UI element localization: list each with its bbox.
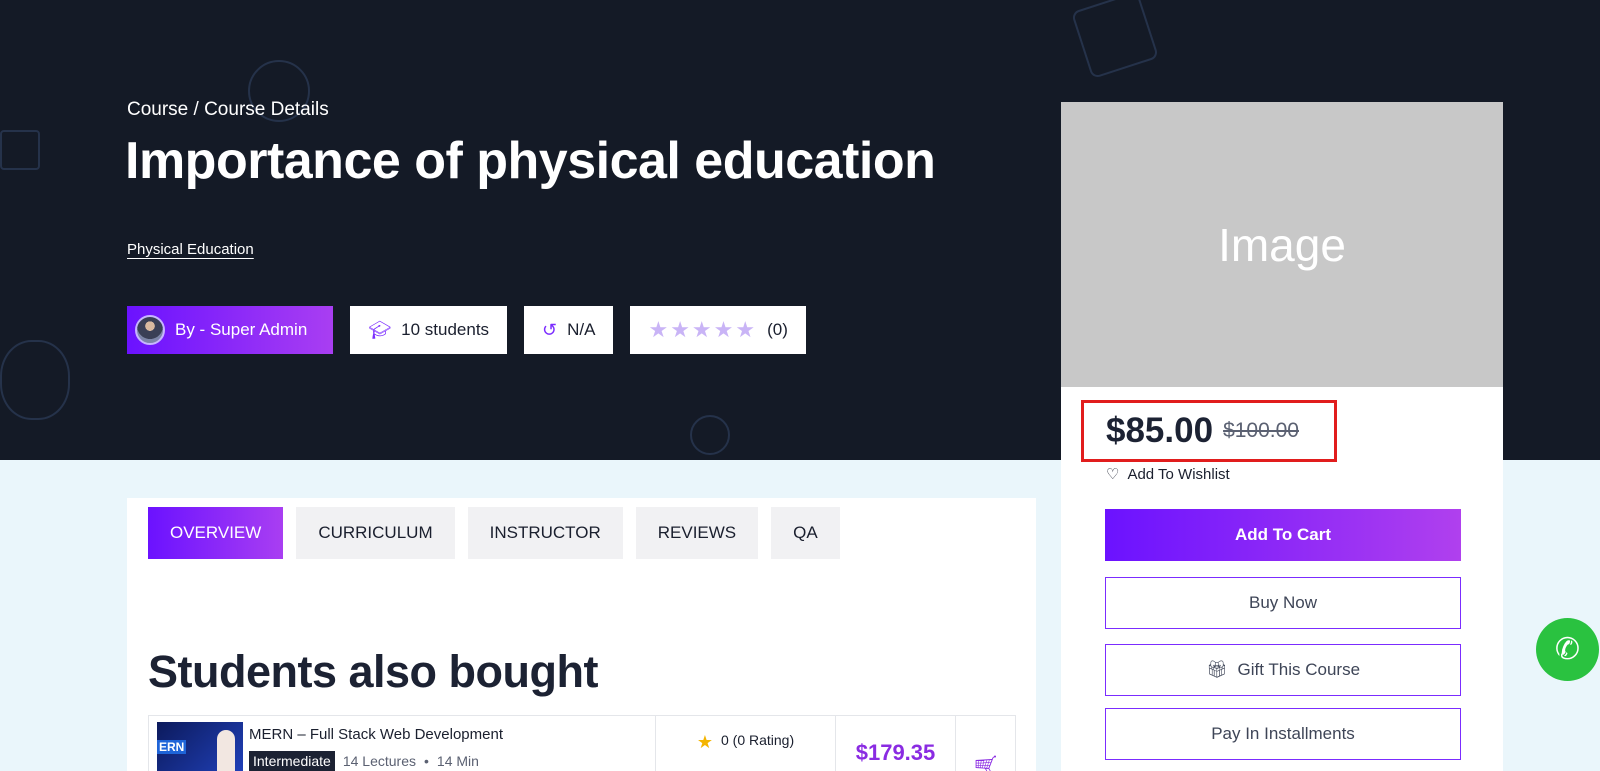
course-thumbnail[interactable]: ERN — [157, 722, 243, 771]
buy-now-button[interactable]: Buy Now — [1105, 577, 1461, 629]
star-icon: ★ — [696, 732, 713, 752]
gift-course-button[interactable]: 🎁︎ Gift This Course — [1105, 644, 1461, 696]
whatsapp-icon[interactable]: ✆ — [1536, 618, 1599, 681]
separator-dot: • — [424, 753, 429, 769]
table-row[interactable]: ERN MERN – Full Stack Web Development In… — [148, 715, 1016, 771]
author-chip[interactable]: By - Super Admin — [127, 306, 334, 354]
price-highlight-box: $85.00 $100.00 — [1081, 400, 1337, 462]
history-icon: ↺ — [542, 319, 558, 340]
author-label: By - Super Admin — [175, 320, 308, 339]
course-rating: ★ 0 (0 Rating) — [655, 716, 835, 771]
course-tabs: OVERVIEW CURRICULUM INSTRUCTOR REVIEWS Q… — [148, 507, 840, 559]
pay-installments-button[interactable]: Pay In Installments — [1105, 708, 1461, 760]
decorative-ruler-doodle — [0, 130, 40, 170]
original-price: $100.00 — [1223, 419, 1299, 442]
breadcrumb[interactable]: Course / Course Details — [127, 99, 329, 121]
tab-instructor[interactable]: INSTRUCTOR — [467, 507, 623, 559]
course-meta-row: By - Super Admin 🎓︎ 10 students ↺ N/A ★★… — [127, 306, 806, 354]
course-details: Intermediate 14 Lectures • 14 Min — [249, 751, 655, 771]
wishlist-label: Add To Wishlist — [1127, 465, 1230, 483]
course-price: $179.35 — [835, 716, 955, 771]
duration-chip: ↺ N/A — [524, 306, 614, 354]
course-info: MERN – Full Stack Web Development Interm… — [249, 716, 655, 771]
duration-value: N/A — [567, 320, 596, 339]
students-chip: 🎓︎ 10 students — [350, 306, 508, 354]
cart-icon[interactable]: 🛒︎ — [955, 716, 1015, 771]
thumbnail-text: ERN — [157, 740, 187, 754]
current-price: $85.00 — [1106, 411, 1214, 450]
lecture-count: 14 Lectures — [342, 753, 416, 769]
tab-qa[interactable]: QA — [771, 507, 840, 559]
graduation-cap-icon: 🎓︎ — [368, 319, 392, 340]
also-bought-title: Students also bought — [148, 646, 598, 697]
heart-icon: ♡ — [1106, 466, 1120, 483]
decorative-globe-doodle — [0, 340, 70, 420]
rating-text: 0 (0 Rating) — [720, 732, 795, 748]
gift-label: Gift This Course — [1237, 660, 1361, 679]
gift-icon: 🎁︎ — [1205, 660, 1228, 679]
course-duration: 14 Min — [436, 753, 479, 769]
decorative-book-doodle — [1070, 0, 1160, 80]
add-to-wishlist-link[interactable]: ♡ Add To Wishlist — [1106, 465, 1230, 484]
rating-chip: ★★★★★ (0) — [630, 306, 806, 354]
thumbnail-person-figure — [217, 730, 235, 771]
purchase-sidebar: Image $85.00 $100.00 ♡ Add To Wishlist A… — [1061, 102, 1503, 771]
course-image-placeholder: Image — [1061, 102, 1503, 387]
tab-reviews[interactable]: REVIEWS — [635, 507, 759, 559]
category-link[interactable]: Physical Education — [127, 241, 254, 258]
course-content-card: OVERVIEW CURRICULUM INSTRUCTOR REVIEWS Q… — [127, 498, 1036, 771]
page-title: Importance of physical education — [125, 132, 936, 190]
students-count: 10 students — [401, 320, 490, 339]
avatar — [135, 315, 165, 345]
add-to-cart-button[interactable]: Add To Cart — [1105, 509, 1461, 561]
rating-count: (0) — [767, 320, 788, 339]
decorative-apple-doodle — [690, 415, 730, 455]
level-badge: Intermediate — [249, 751, 335, 771]
rating-stars-icon: ★★★★★ — [648, 317, 758, 342]
tab-curriculum[interactable]: CURRICULUM — [296, 507, 455, 559]
tab-overview[interactable]: OVERVIEW — [148, 507, 284, 559]
course-title-link[interactable]: MERN – Full Stack Web Development — [249, 726, 655, 743]
